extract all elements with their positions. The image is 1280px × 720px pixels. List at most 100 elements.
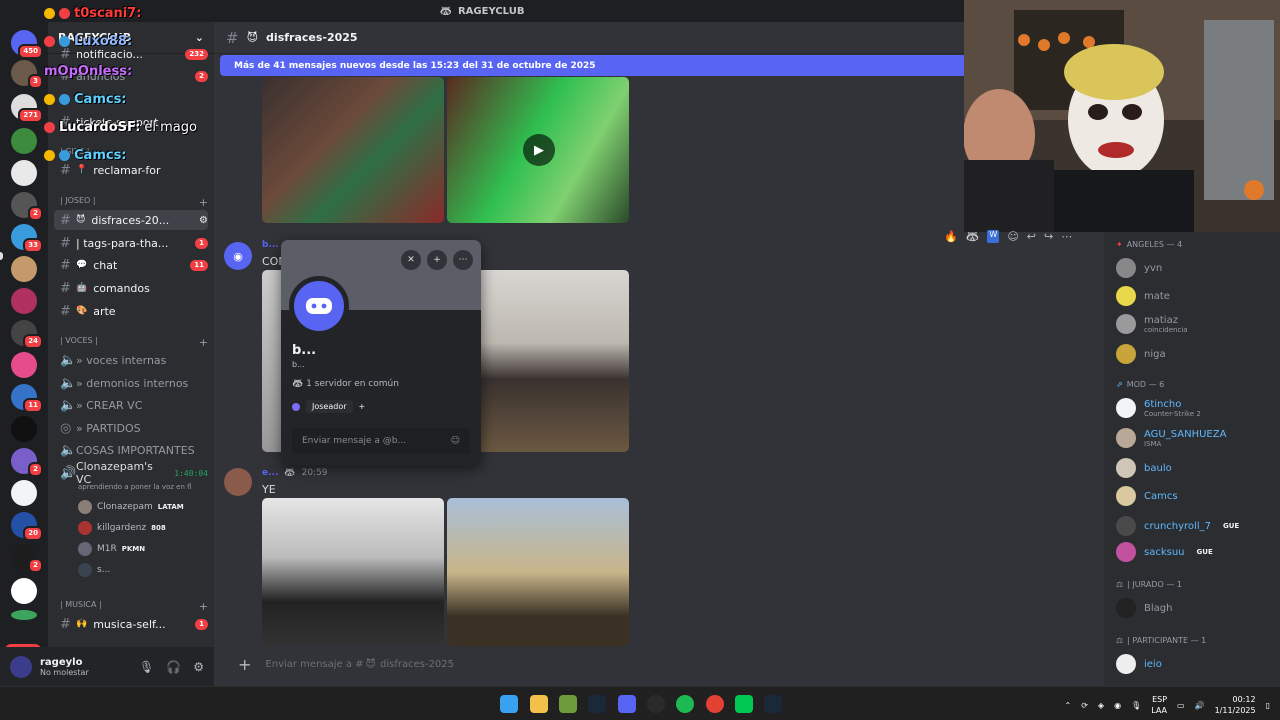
message-author[interactable]: e... xyxy=(262,468,278,478)
fire-icon[interactable]: 🔥 xyxy=(944,230,958,243)
member[interactable]: ieio xyxy=(1116,654,1162,674)
channel-reclamar[interactable]: # 📍 reclamar-for xyxy=(54,160,208,180)
gear-icon[interactable]: ⚙ xyxy=(193,660,204,674)
channel-tags[interactable]: # | tags-para-tha... 1 xyxy=(54,233,208,253)
chevron-up-icon[interactable]: ⌃ xyxy=(1065,701,1072,710)
server-icon[interactable] xyxy=(11,416,37,442)
dm-input[interactable]: Enviar mensaje a @b... ☺ xyxy=(292,428,470,454)
voice-channel[interactable]: 🔈 COSAS IMPORTANTES xyxy=(54,440,208,460)
server-icon[interactable]: 20 xyxy=(11,512,43,541)
more-icon[interactable]: ⋯ xyxy=(453,250,473,270)
server-icon[interactable] xyxy=(11,480,37,506)
server-icon[interactable] xyxy=(11,352,37,378)
network-app-icon[interactable]: ◈ xyxy=(1098,701,1104,710)
add-role-icon[interactable]: + xyxy=(359,402,366,411)
notification-icon[interactable]: ▯ xyxy=(1266,701,1270,710)
server-icon[interactable] xyxy=(11,128,37,154)
attachment-image[interactable] xyxy=(447,498,629,646)
voice-channel[interactable]: 🔈» voces internas xyxy=(54,350,208,370)
message-composer[interactable]: + Enviar mensaje a # 😈 disfraces-2025 🎁 … xyxy=(226,650,964,678)
w-reaction-icon[interactable]: W xyxy=(987,230,1000,243)
volume-icon[interactable]: 🔊 xyxy=(1195,701,1205,710)
reaction-icon[interactable]: 🦝 xyxy=(966,230,980,243)
server-icon[interactable]: 271 xyxy=(11,94,43,123)
windows-start-icon[interactable] xyxy=(500,695,518,713)
member[interactable]: matiaz coincidencia xyxy=(1116,314,1188,334)
message-author[interactable]: b... xyxy=(262,240,279,250)
member[interactable]: crunchyroll_7 GUE xyxy=(1116,516,1239,536)
server-icon[interactable] xyxy=(11,610,37,620)
add-channel-icon[interactable]: + xyxy=(199,336,208,349)
display-icon[interactable]: ▭ xyxy=(1177,701,1185,710)
discord-avatar[interactable]: ◉ xyxy=(224,242,252,270)
language-indicator[interactable]: ESP LAA xyxy=(1151,694,1167,716)
server-icon-dms[interactable]: 450 xyxy=(11,30,43,59)
microphone-icon[interactable]: 🎙 xyxy=(1131,701,1141,710)
more-icon[interactable]: ⋯ xyxy=(1061,230,1072,243)
spotify-icon[interactable] xyxy=(676,695,694,713)
member[interactable]: AGU_SANHUEZA ISMA xyxy=(1116,428,1226,448)
gear-icon[interactable]: ⚙ xyxy=(199,215,208,226)
add-reaction-icon[interactable]: ☺ xyxy=(1007,230,1018,243)
category-voces[interactable]: | VOCES | + xyxy=(60,336,208,349)
member[interactable]: Camcs xyxy=(1116,486,1178,506)
member[interactable]: Blagh xyxy=(1116,598,1172,618)
chrome-icon[interactable] xyxy=(706,695,724,713)
member[interactable]: sacksuu GUE xyxy=(1116,542,1213,562)
discord-icon[interactable] xyxy=(618,695,636,713)
add-attachment-icon[interactable]: + xyxy=(238,655,251,674)
remove-friend-icon[interactable]: ✕ xyxy=(401,250,421,270)
server-icon[interactable]: 2 xyxy=(11,448,43,477)
member[interactable]: niga xyxy=(1116,344,1166,364)
channel-comandos[interactable]: # 🤖 comandos xyxy=(54,278,208,298)
attachment-image[interactable] xyxy=(262,77,444,223)
server-icon[interactable] xyxy=(11,256,37,282)
channel-disfraces[interactable]: # 😈 disfraces-20... ⚙ xyxy=(54,210,208,230)
avatar[interactable] xyxy=(10,655,32,678)
new-messages-bar[interactable]: Más de 41 mensajes nuevos desde las 15:2… xyxy=(220,55,964,76)
category-joseo[interactable]: | JOSEO | + xyxy=(60,196,208,209)
voice-channel[interactable]: ◎ » PARTIDOS xyxy=(54,418,208,438)
vc-user[interactable]: killgardenz 808 xyxy=(78,521,166,535)
sync-icon[interactable]: ⟳ xyxy=(1081,701,1088,710)
steam-tray-icon[interactable]: ◉ xyxy=(1114,701,1121,710)
channel-chat[interactable]: # 💬 chat 11 xyxy=(54,255,208,275)
kick-icon[interactable] xyxy=(735,695,753,713)
add-channel-icon[interactable]: + xyxy=(199,196,208,209)
server-icon[interactable]: 3 xyxy=(11,60,43,89)
vc-user[interactable]: Clonazepam LATAM xyxy=(78,500,184,514)
vc-user[interactable]: s... xyxy=(78,563,110,577)
steam-icon[interactable] xyxy=(588,695,606,713)
mutual-servers[interactable]: 🦝 1 servidor en común xyxy=(292,379,399,389)
steam-icon[interactable] xyxy=(764,695,782,713)
role-chip[interactable]: Joseador xyxy=(306,400,353,413)
play-icon[interactable]: ▶ xyxy=(523,134,555,166)
app-icon[interactable] xyxy=(559,695,577,713)
voice-channel[interactable]: 🔈» demonios internos xyxy=(54,373,208,393)
forward-icon[interactable]: ↪ xyxy=(1044,230,1053,243)
emoji-icon[interactable]: ☺ xyxy=(451,436,460,446)
file-explorer-icon[interactable] xyxy=(530,695,548,713)
server-icon[interactable]: 24 xyxy=(11,320,43,349)
server-icon[interactable] xyxy=(11,288,37,314)
server-icon[interactable] xyxy=(11,160,37,186)
clock[interactable]: 00:12 1/11/2025 xyxy=(1215,694,1256,716)
microphone-icon[interactable]: 🎙 xyxy=(139,660,154,674)
category-musica[interactable]: | MUSICA | + xyxy=(60,600,208,613)
reply-icon[interactable]: ↩ xyxy=(1027,230,1036,243)
server-icon[interactable] xyxy=(11,578,37,604)
avatar[interactable] xyxy=(224,468,252,496)
headphones-icon[interactable]: 🎧 xyxy=(166,660,181,674)
channel-arte[interactable]: # 🎨 arte xyxy=(54,301,208,321)
member[interactable]: 6tincho Counter-Strike 2 xyxy=(1116,398,1201,418)
add-channel-icon[interactable]: + xyxy=(199,600,208,613)
voice-channel-active[interactable]: 🔊 Clonazepam's VC 1:40:04 xyxy=(54,460,208,486)
member[interactable]: mate xyxy=(1116,286,1170,306)
obs-icon[interactable] xyxy=(647,695,665,713)
server-icon[interactable]: 2 xyxy=(11,192,43,221)
attachment-video[interactable]: ▶ xyxy=(447,77,629,223)
server-icon-rageyclub[interactable]: 33 xyxy=(11,224,43,253)
channel-musica[interactable]: # 🙌 musica-self... 1 xyxy=(54,614,208,634)
add-friend-icon[interactable]: + xyxy=(427,250,447,270)
vc-user[interactable]: M1R PKMN xyxy=(78,542,145,556)
